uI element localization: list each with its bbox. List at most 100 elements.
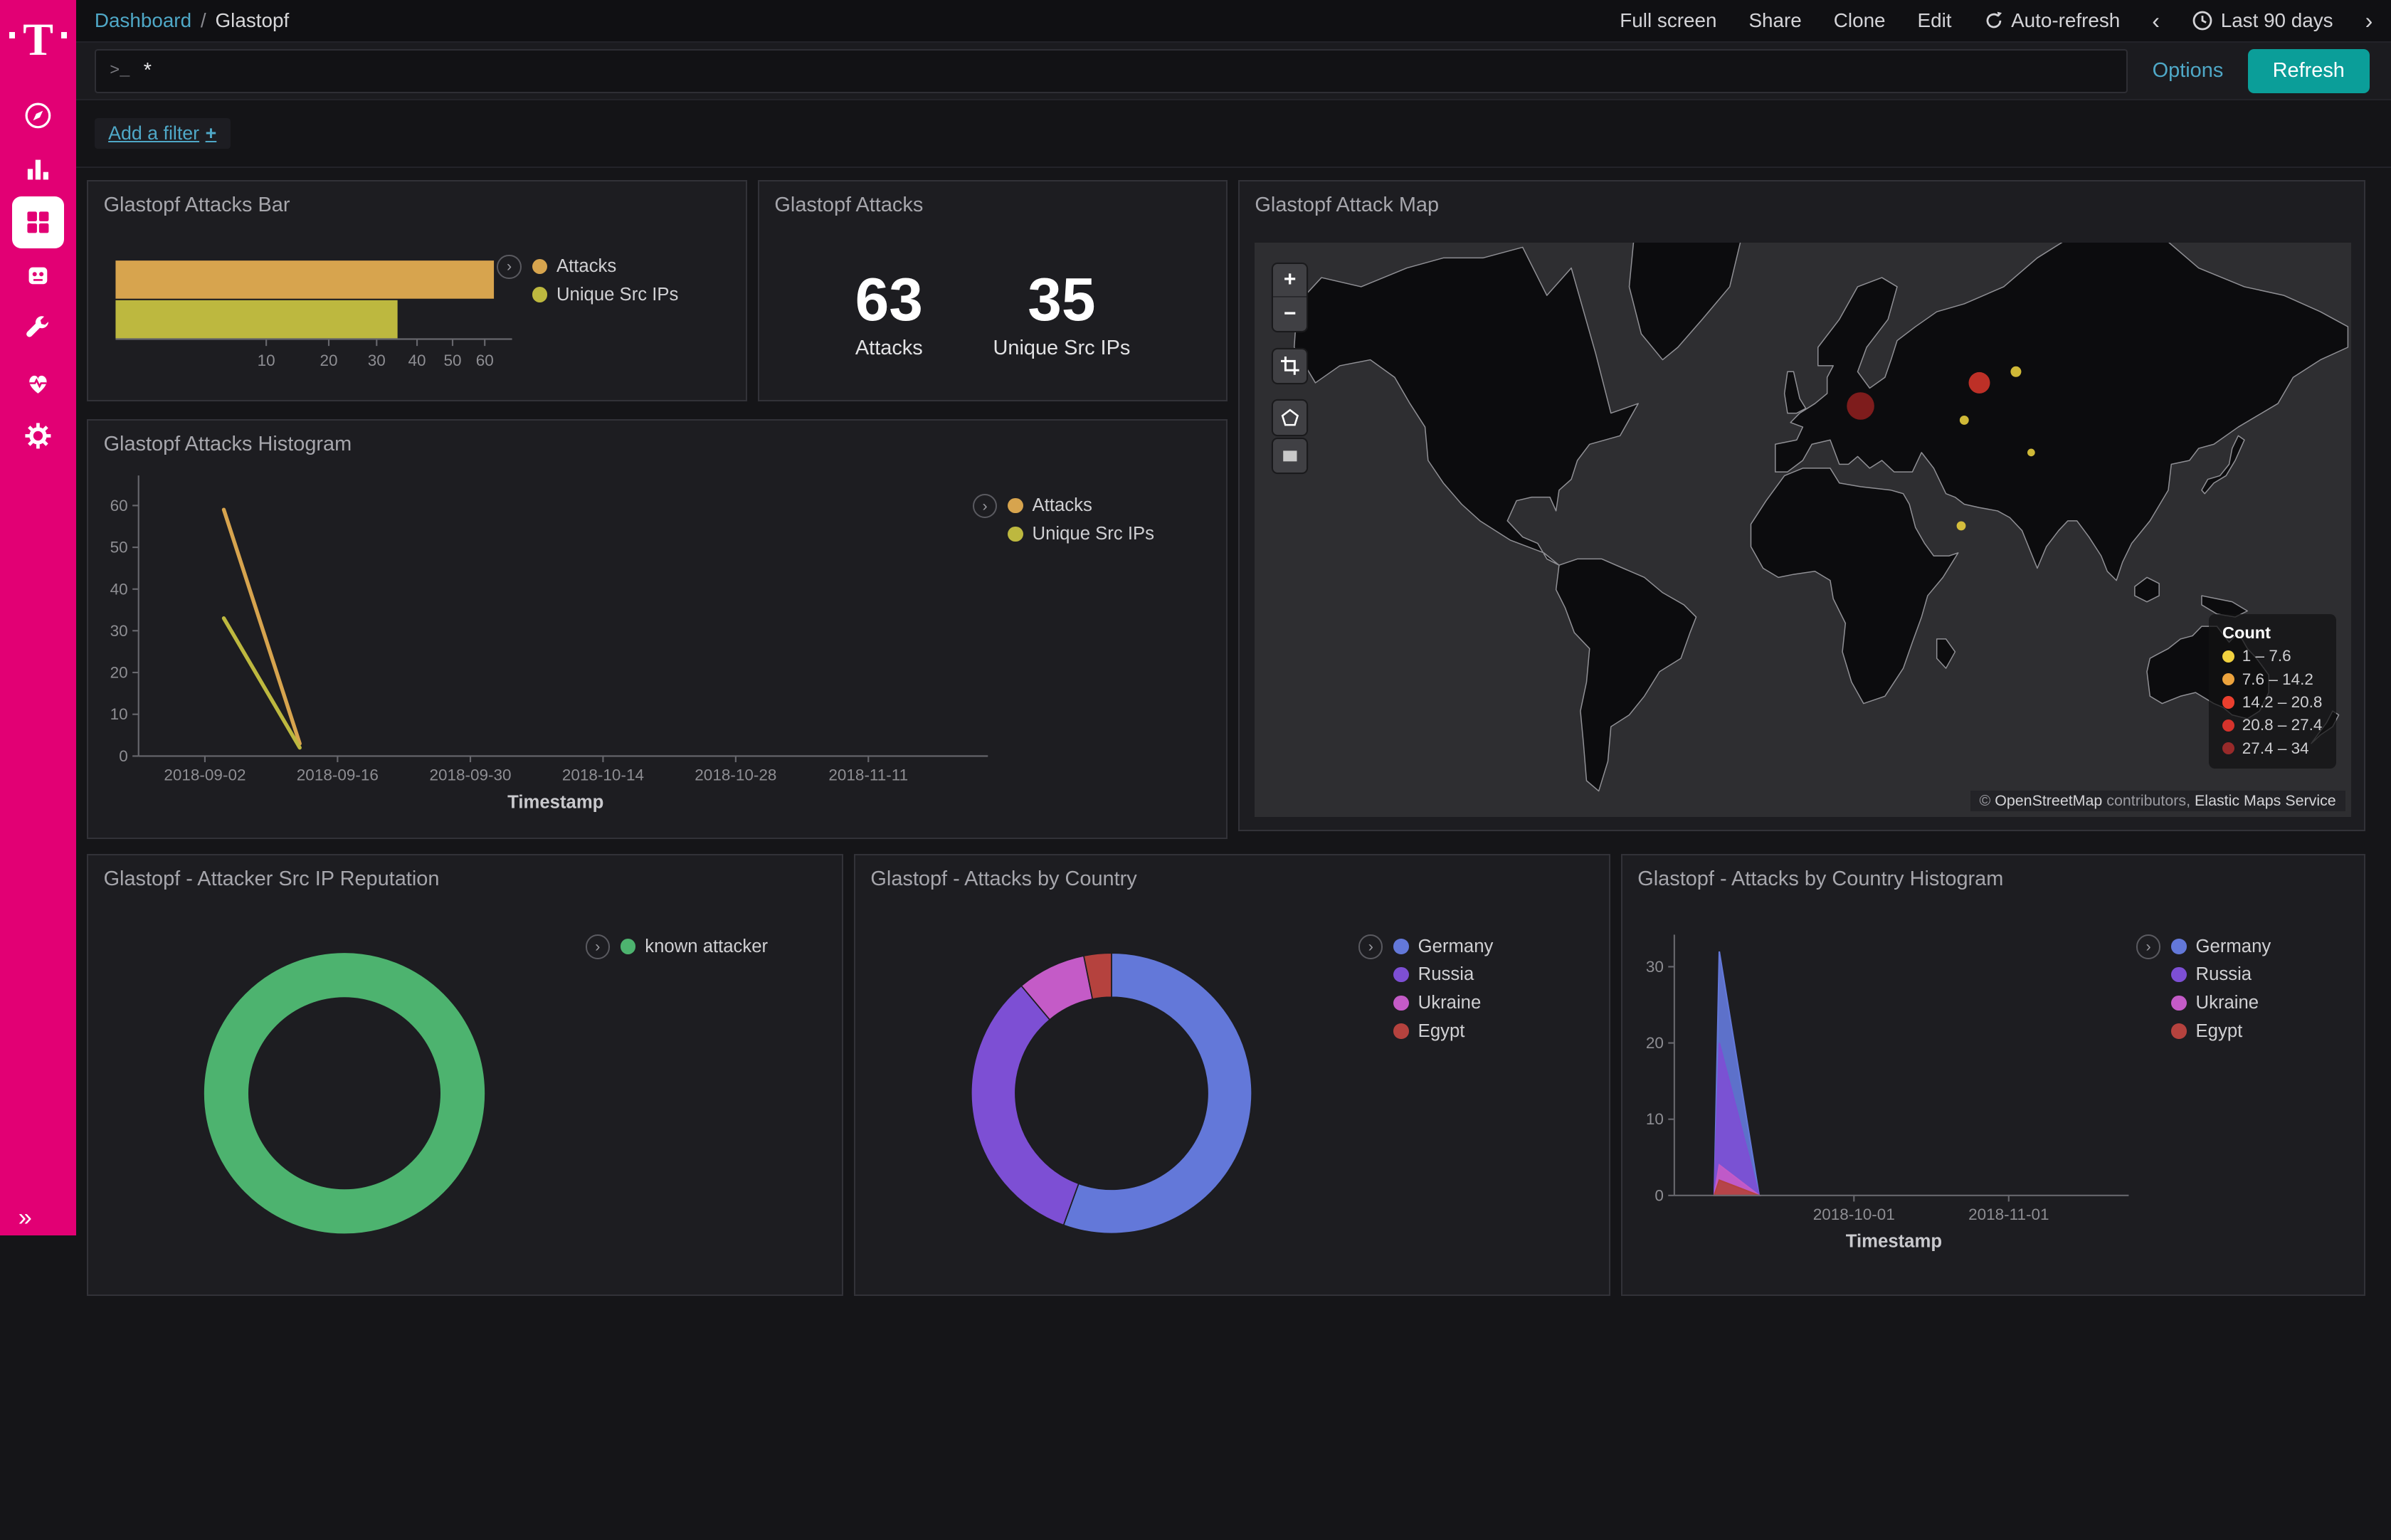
legend-color-dot: [1393, 996, 1408, 1011]
crop-icon: [1281, 357, 1299, 375]
legend-color-dot: [2222, 673, 2234, 685]
sidebar-nav: [12, 90, 64, 462]
svg-text:20: 20: [1646, 1034, 1664, 1052]
query-value: *: [144, 59, 152, 83]
sidebar-item-visualize[interactable]: [12, 143, 64, 195]
legend-item[interactable]: Unique Src IPs: [532, 285, 679, 305]
content-area: Dashboard / Glastopf Full screen Share C…: [76, 0, 2391, 1235]
panel-title: Glastopf - Attacker Src IP Reputation: [104, 867, 440, 891]
sidebar-item-management[interactable]: [12, 410, 64, 462]
time-back-chevron-icon[interactable]: ‹: [2152, 9, 2160, 32]
metric-unique-src-ips: 35 Unique Src IPs: [993, 270, 1131, 360]
time-picker-button[interactable]: Last 90 days: [2192, 9, 2333, 32]
legend-item[interactable]: Egypt: [1393, 1021, 1493, 1042]
metric-label: Unique Src IPs: [993, 337, 1131, 360]
panel-attack-map: Glastopf Attack Map + −: [1238, 180, 2365, 831]
legend-toggle-icon[interactable]: ›: [973, 494, 997, 518]
map-controls: + −: [1273, 264, 1307, 473]
osm-link[interactable]: OpenStreetMap: [1995, 792, 2102, 809]
svg-text:10: 10: [110, 705, 128, 723]
legend-item[interactable]: Russia: [1393, 964, 1493, 985]
legend-toggle-icon[interactable]: ›: [497, 255, 521, 279]
full-screen-button[interactable]: Full screen: [1620, 9, 1716, 32]
panel-attacks-metric: Glastopf Attacks 63 Attacks 35 Unique Sr…: [758, 180, 1228, 401]
plus-icon: +: [206, 122, 217, 144]
map-legend-label: 1 – 7.6: [2242, 647, 2291, 665]
rectangle-tool-button[interactable]: [1273, 439, 1307, 473]
legend-item[interactable]: Ukraine: [1393, 993, 1493, 1013]
sidebar-item-discover[interactable]: [12, 90, 64, 142]
legend-item[interactable]: Attacks: [1008, 495, 1154, 516]
legend-color-dot: [532, 259, 547, 274]
map-legend-label: 14.2 – 20.8: [2242, 693, 2323, 712]
panel-title: Glastopf Attacks Histogram: [104, 433, 352, 456]
chart-legend: › known attacker: [586, 934, 768, 959]
legend-label: Egypt: [2196, 1021, 2243, 1042]
options-link[interactable]: Options: [2153, 59, 2224, 83]
map-legend-label: 20.8 – 27.4: [2242, 716, 2323, 734]
clone-button[interactable]: Clone: [1834, 9, 1886, 32]
svg-text:2018-09-02: 2018-09-02: [164, 766, 246, 784]
legend-items: Germany Russia Ukraine Egypt: [2171, 937, 2271, 1042]
legend-item[interactable]: Germany: [2171, 937, 2271, 957]
breadcrumb-dashboard-link[interactable]: Dashboard: [95, 9, 191, 32]
svg-text:40: 40: [110, 581, 128, 598]
legend-label: Russia: [1418, 964, 1474, 985]
add-filter-link[interactable]: Add a filter +: [95, 118, 231, 149]
legend-label: Attacks: [556, 256, 616, 277]
polygon-icon: [1281, 408, 1299, 427]
legend-items: Germany Russia Ukraine Egypt: [1393, 937, 1493, 1042]
breadcrumb-bar: Dashboard / Glastopf Full screen Share C…: [76, 0, 2391, 43]
world-map-canvas: [1255, 243, 2351, 818]
legend-toggle-icon[interactable]: ›: [2136, 934, 2160, 959]
share-button[interactable]: Share: [1748, 9, 1801, 32]
dashboard-grid: Glastopf Attacks Bar 102030405060 ›Attac…: [76, 168, 2391, 1540]
refresh-button[interactable]: Refresh: [2248, 49, 2370, 93]
legend-items: Attacks Unique Src IPs: [532, 256, 679, 305]
sidebar-item-monitoring[interactable]: [12, 357, 64, 408]
sidebar-collapse-icon[interactable]: »: [19, 1204, 32, 1232]
legend-color-dot: [2222, 742, 2234, 754]
auto-refresh-label: Auto-refresh: [2011, 9, 2120, 32]
zoom-out-button[interactable]: −: [1273, 297, 1307, 331]
svg-text:Timestamp: Timestamp: [1846, 1232, 1942, 1252]
legend-item[interactable]: Ukraine: [2171, 993, 2271, 1013]
world-map[interactable]: + −: [1255, 243, 2351, 818]
refresh-cycle-icon: [1984, 11, 2004, 31]
svg-text:Timestamp: Timestamp: [507, 793, 603, 813]
legend-item[interactable]: Russia: [2171, 964, 2271, 985]
wrench-icon: [23, 314, 53, 344]
svg-text:60: 60: [110, 497, 128, 515]
country-area-chart: 01020302018-10-012018-11-01Timestamp: [1622, 855, 2367, 1297]
time-forward-chevron-icon[interactable]: ›: [2365, 9, 2373, 32]
legend-item[interactable]: Attacks: [532, 256, 679, 277]
svg-text:2018-10-28: 2018-10-28: [695, 766, 776, 784]
sidebar-item-dashboard[interactable]: [12, 196, 64, 248]
legend-item[interactable]: Unique Src IPs: [1008, 524, 1154, 544]
auto-refresh-button[interactable]: Auto-refresh: [1984, 9, 2121, 32]
time-range-label: Last 90 days: [2221, 9, 2333, 32]
legend-item[interactable]: known attacker: [621, 937, 768, 957]
legend-toggle-icon[interactable]: ›: [1358, 934, 1383, 959]
zoom-in-button[interactable]: +: [1273, 264, 1307, 297]
edit-button[interactable]: Edit: [1918, 9, 1952, 32]
add-filter-label: Add a filter: [108, 122, 199, 144]
map-legend-label: 27.4 – 34: [2242, 739, 2309, 758]
topbar-actions: Full screen Share Clone Edit Auto-refres…: [1620, 9, 2372, 32]
chart-legend: › Attacks Unique Src IPs: [973, 494, 1154, 544]
ems-link[interactable]: Elastic Maps Service: [2195, 792, 2336, 809]
polygon-tool-button[interactable]: [1273, 401, 1307, 434]
legend-label: Russia: [2196, 964, 2252, 985]
legend-items: known attacker: [621, 937, 768, 957]
crop-tool-button[interactable]: [1273, 349, 1307, 383]
legend-color-dot: [1393, 967, 1408, 982]
sidebar-item-sentinl[interactable]: [12, 250, 64, 302]
legend-item[interactable]: Egypt: [2171, 1021, 2271, 1042]
legend-label: Ukraine: [1418, 993, 1482, 1013]
search-input[interactable]: >_ *: [95, 49, 2128, 93]
svg-text:2018-09-16: 2018-09-16: [297, 766, 379, 784]
legend-item[interactable]: Germany: [1393, 937, 1493, 957]
legend-label: Germany: [1418, 937, 1494, 957]
sidebar-item-dev-tools[interactable]: [12, 303, 64, 355]
legend-toggle-icon[interactable]: ›: [586, 934, 610, 959]
